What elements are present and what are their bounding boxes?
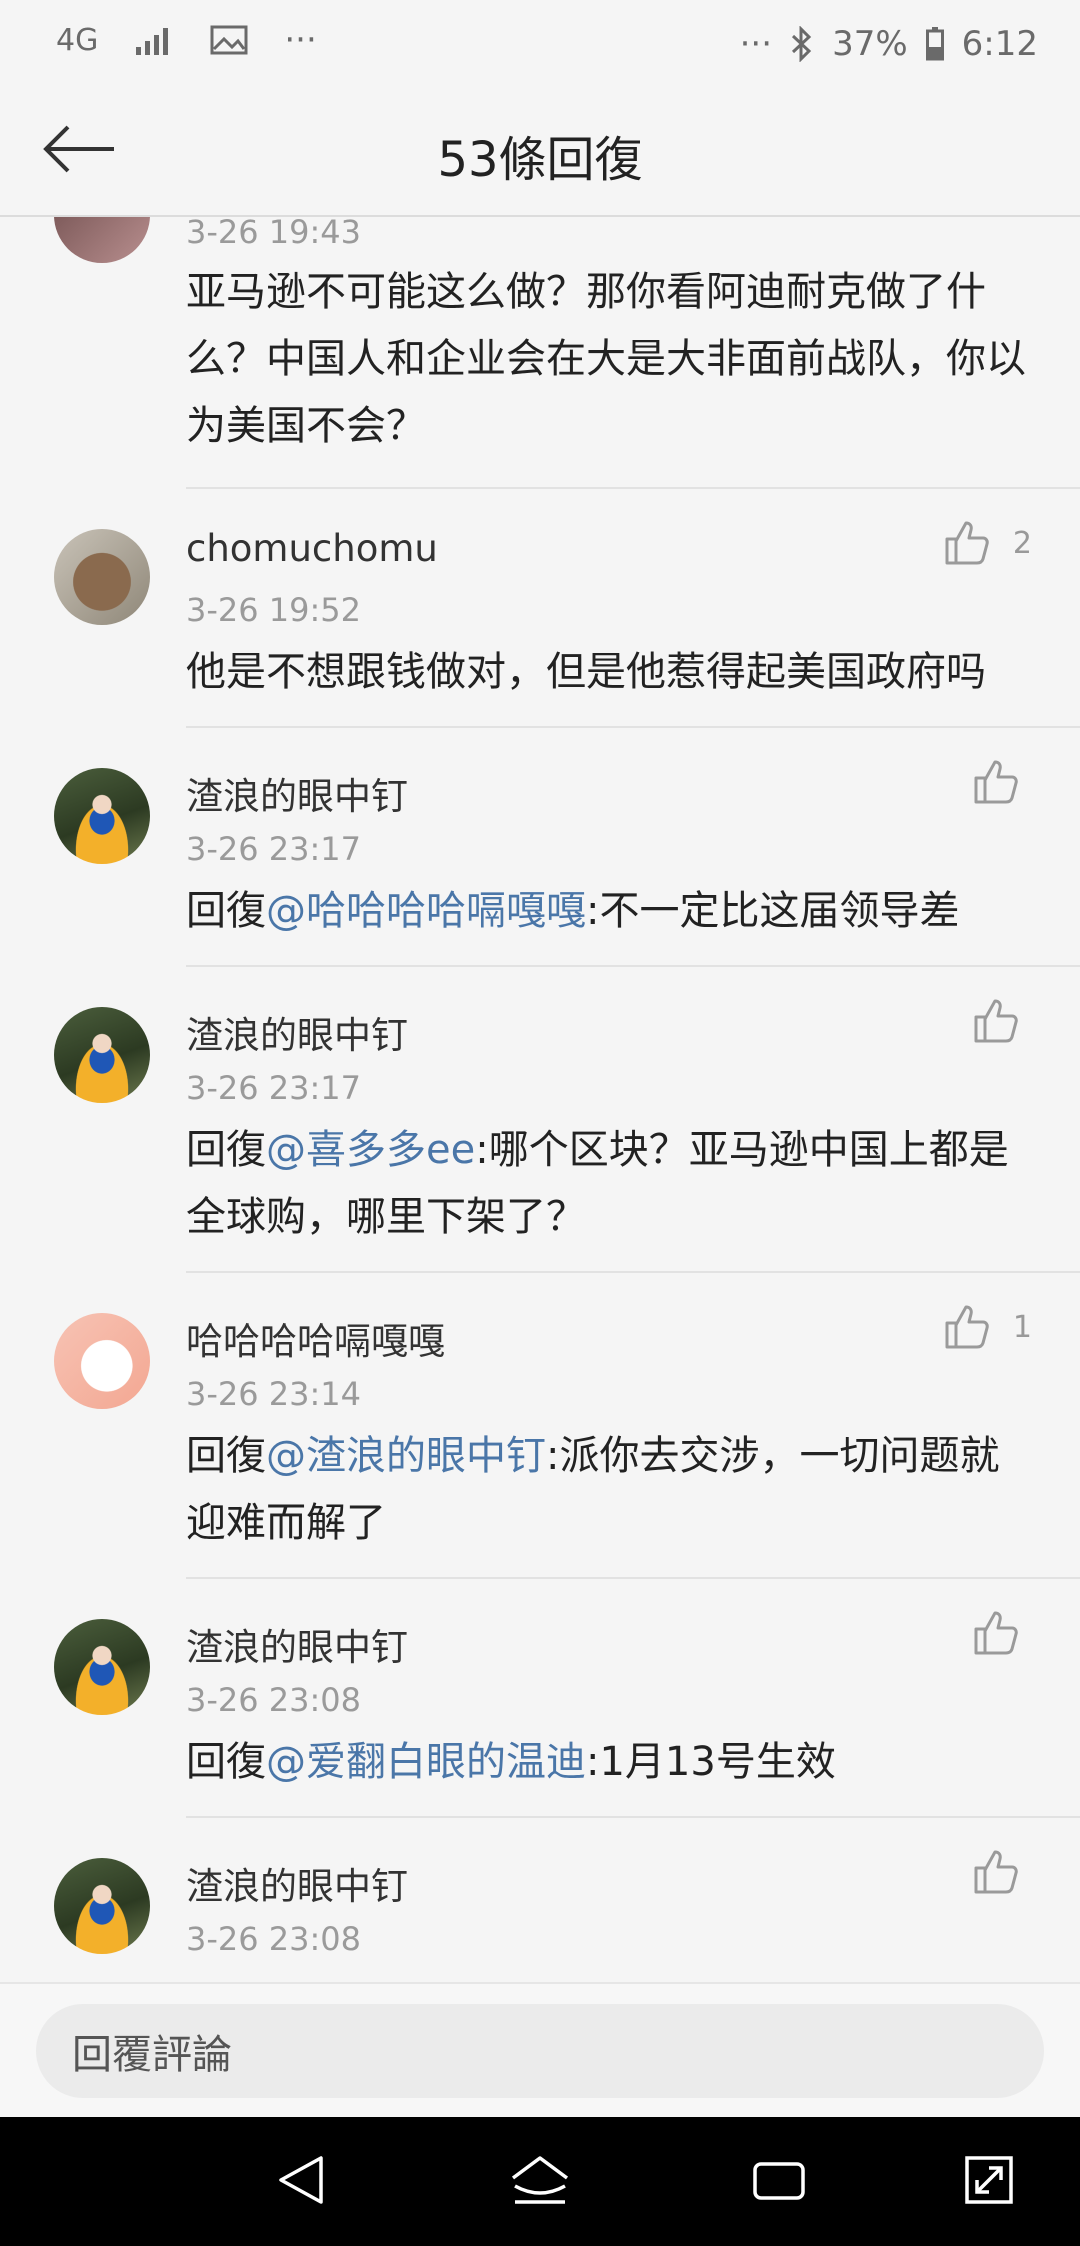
thumbs-up-icon [972, 1609, 1020, 1657]
reply-prefix: 回復 [186, 888, 266, 934]
battery-percent: 37% [832, 24, 908, 64]
more-notifications: ··· [284, 20, 317, 60]
thumbs-up-icon [943, 1303, 991, 1351]
mention-link[interactable]: @喜多多ee [266, 1127, 475, 1173]
more-status: ··· [739, 24, 773, 64]
thumbs-up-icon [943, 519, 991, 567]
comment-author[interactable]: chomuchomu [186, 527, 438, 570]
nav-back-button[interactable] [266, 2147, 336, 2217]
comment-list[interactable]: 3-26 19:43 亚马逊不可能这么做？那你看阿迪耐克做了什么？中国人和企业会… [0, 217, 1080, 1982]
comment-time: 3-26 19:43 [186, 217, 362, 251]
mention-link[interactable]: @渣浪的眼中钉 [266, 1433, 546, 1479]
comment-text: 他是不想跟钱做对，但是他惹得起美国政府吗 [186, 649, 986, 695]
home-icon [509, 2152, 571, 2212]
comment-text: 回復@哈哈哈哈嗝嘎嘎:不一定比这届领导差 [186, 878, 1036, 945]
comment-time: 3-26 23:14 [186, 1375, 362, 1413]
like-count: 1 [1012, 1309, 1032, 1345]
comment-text: 回復@渣浪的眼中钉:派你去交涉，一切问题就迎难而解了 [186, 1423, 1036, 1557]
divider [186, 1816, 1080, 1818]
like-button[interactable]: 2 [943, 519, 1032, 567]
comment-time: 3-26 23:08 [186, 1920, 362, 1958]
triangle-back-icon [273, 2152, 329, 2212]
avatar[interactable] [54, 1007, 150, 1103]
expand-icon [961, 2152, 1017, 2212]
avatar[interactable] [54, 768, 150, 864]
bluetooth-icon [790, 26, 814, 62]
reply-body: :不一定比这届领导差 [586, 888, 960, 934]
divider [186, 726, 1080, 728]
like-button[interactable]: 1 [943, 1303, 1032, 1351]
reply-prefix: 回復 [186, 1739, 266, 1785]
divider [186, 1271, 1080, 1273]
clock: 6:12 [961, 24, 1038, 64]
comment-author[interactable]: 渣浪的眼中钉 [186, 1005, 408, 1059]
signal-icon [134, 25, 174, 55]
comment-time: 3-26 19:52 [186, 591, 362, 629]
reply-input[interactable]: 回覆評論 [36, 2004, 1044, 2098]
reply-prefix: 回復 [186, 1433, 266, 1479]
mention-link[interactable]: @哈哈哈哈嗝嘎嘎 [266, 888, 586, 934]
avatar[interactable] [54, 1858, 150, 1954]
avatar[interactable] [54, 1313, 150, 1409]
page-title: 53條回復 [437, 132, 643, 188]
comment-time: 3-26 23:17 [186, 1069, 362, 1107]
battery-icon [925, 27, 944, 61]
image-icon [210, 25, 248, 55]
comment-time: 3-26 23:08 [186, 1681, 362, 1719]
nav-expand-button[interactable] [954, 2147, 1024, 2217]
reply-prefix: 回復 [186, 1127, 266, 1173]
divider [186, 1577, 1080, 1579]
network-label: 4G [56, 22, 99, 58]
comment-author[interactable]: 哈哈哈哈嗝嘎嘎 [186, 1311, 445, 1365]
avatar[interactable] [54, 1619, 150, 1715]
comment-author[interactable]: 渣浪的眼中钉 [186, 1617, 408, 1671]
navigation-bar [0, 2117, 1080, 2246]
thumbs-up-icon [972, 997, 1020, 1045]
mention-link[interactable]: @爱翻白眼的温迪 [266, 1739, 586, 1785]
comment-time: 3-26 23:17 [186, 830, 362, 868]
reply-bar: 回覆評論 [0, 1982, 1080, 2117]
divider [186, 487, 1080, 489]
comment-text: 回復@爱翻白眼的温迪:1月13号生效 [186, 1729, 1036, 1796]
like-button[interactable] [972, 1848, 1020, 1896]
reply-body: :1月13号生效 [586, 1739, 836, 1785]
status-bar: 4G ··· ··· 37% 6:12 [0, 0, 1080, 90]
like-button[interactable] [972, 758, 1020, 806]
thumbs-up-icon [972, 1848, 1020, 1896]
comment-author[interactable]: 渣浪的眼中钉 [186, 766, 408, 820]
nav-home-button[interactable] [505, 2147, 575, 2217]
recent-apps-icon [751, 2152, 807, 2212]
avatar[interactable] [54, 217, 150, 263]
divider [186, 965, 1080, 967]
comment-text: 亚马逊不可能这么做？那你看阿迪耐克做了什么？中国人和企业会在大是大非面前战队，你… [186, 269, 1026, 449]
like-count: 2 [1012, 525, 1032, 561]
thumbs-up-icon [972, 758, 1020, 806]
avatar[interactable] [54, 529, 150, 625]
nav-recent-button[interactable] [744, 2147, 814, 2217]
comment-author[interactable]: 渣浪的眼中钉 [186, 1856, 408, 1910]
like-button[interactable] [972, 997, 1020, 1045]
comment-text: 回復@喜多多ee:哪个区块？亚马逊中国上都是全球购，哪里下架了？ [186, 1117, 1036, 1251]
like-button[interactable] [972, 1609, 1020, 1657]
header: 53條回復 [0, 90, 1080, 217]
